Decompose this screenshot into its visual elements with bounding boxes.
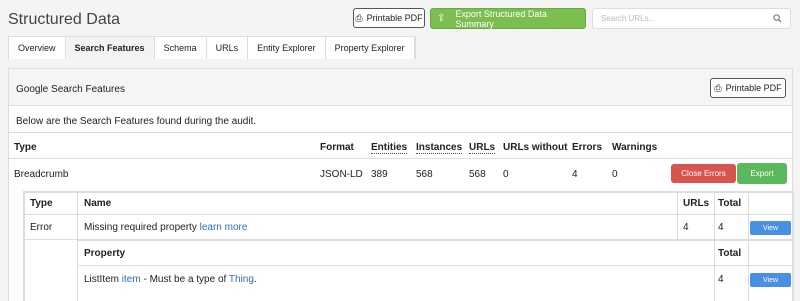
printer-icon: ⎙ [355,12,363,23]
close-errors-button[interactable]: Close Errors [671,164,736,183]
export-button[interactable]: Export [737,163,787,184]
panel-title: Google Search Features [16,84,125,95]
panel-printable-pdf-label: Printable PDF [725,83,782,93]
divider [677,192,678,240]
property-prefix: ListItem [84,274,120,285]
divider [9,158,792,159]
issue-type: Error [30,222,53,233]
divider [77,192,78,240]
tab-overview[interactable]: Overview [9,37,66,59]
property-type-link[interactable]: Thing [229,274,254,285]
printable-pdf-label: Printable PDF [366,13,423,23]
col-header-instances[interactable]: Instances [416,142,463,154]
tab-urls[interactable]: URLs [206,37,249,59]
export-summary-label: Export Structured Data Summary [455,8,547,29]
divider [77,265,793,266]
divider [9,132,792,133]
issue-view-button[interactable]: View [750,221,791,235]
feature-urls-without: 0 [503,169,509,180]
property-view-button[interactable]: View [750,273,791,287]
search-features-panel: Google Search Features ⎙ Printable PDF B… [8,68,794,301]
col-header-urls-without: URLs without [503,142,568,153]
feature-format: JSON-LD [320,169,363,180]
export-icon: ⇪ [437,13,446,24]
export-summary-button[interactable]: ⇪ Export Structured Data Summary [430,8,586,29]
search-icon[interactable] [773,14,782,23]
issues-subtable: Type Name URLs Total Error Missing requi… [23,191,794,301]
tab-entity-explorer[interactable]: Entity Explorer [248,37,326,59]
panel-printable-pdf-button[interactable]: ⎙ Printable PDF [710,78,786,98]
panel-header [9,69,792,106]
property-description: ListItem item - Must be a type of Thing. [84,274,257,285]
feature-urls: 568 [469,169,486,180]
col-header-urls[interactable]: URLs [469,142,496,154]
feature-instances-link[interactable]: 568 [416,169,433,180]
divider [24,214,793,215]
tab-bar: Overview Search Features Schema URLs Ent… [8,36,416,59]
divider [748,240,749,301]
col-header-warnings: Warnings [612,142,658,153]
learn-more-link[interactable]: learn more [200,222,248,233]
issue-urls: 4 [683,222,689,233]
issue-total: 4 [718,222,724,233]
search-input[interactable] [601,14,773,23]
property-table [77,240,793,301]
tab-property-explorer[interactable]: Property Explorer [325,37,415,59]
issue-col-header-total: Total [718,198,742,209]
property-total: 4 [718,274,724,285]
page-title: Structured Data [8,11,121,28]
property-col-header: Property [84,248,126,259]
printable-pdf-button[interactable]: ⎙ Printable PDF [353,8,425,28]
printer-icon: ⎙ [714,82,722,93]
issue-col-header-urls: URLs [683,198,710,209]
divider [714,192,715,240]
col-header-errors: Errors [572,142,603,153]
tab-search-features[interactable]: Search Features [65,37,155,59]
feature-errors: 4 [572,169,578,180]
divider [714,240,715,301]
property-middle: - Must be a type of [140,274,229,285]
property-col-header-total: Total [718,248,742,259]
feature-entities-link[interactable]: 389 [371,169,388,180]
feature-type-link[interactable]: Breadcrumb [14,169,68,180]
panel-description: Below are the Search Features found duri… [16,116,257,127]
issue-col-header-type: Type [30,198,53,209]
col-header-format: Format [320,142,354,153]
issue-col-header-name: Name [84,198,112,209]
divider [748,192,749,240]
property-item-link[interactable]: item [122,274,141,285]
issue-name-text: Missing required property [84,222,197,233]
property-suffix: . [253,274,257,285]
tab-schema[interactable]: Schema [154,37,207,59]
feature-warnings: 0 [612,169,618,180]
search-box [592,8,791,29]
issue-name: Missing required property learn more [84,222,247,233]
col-header-type: Type [14,142,37,153]
col-header-entities[interactable]: Entities [371,142,408,154]
